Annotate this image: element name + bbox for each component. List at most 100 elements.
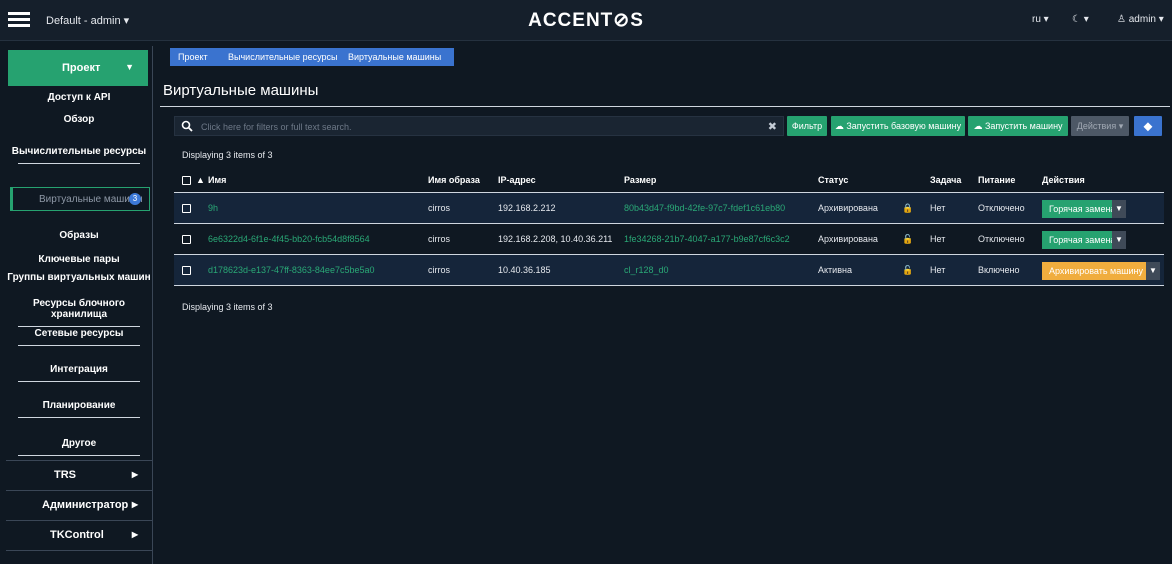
column-header-size[interactable]: Размер (624, 175, 656, 185)
select-all-checkbox[interactable] (182, 176, 191, 185)
sidebar-item-integration[interactable]: Интеграция (6, 364, 152, 382)
actions-dropdown-button[interactable]: Действия ▾ (1071, 116, 1129, 136)
language-selector[interactable]: ru ▾ (1032, 14, 1049, 25)
cloud-upload-icon: ☁ (973, 121, 983, 131)
clear-search-icon[interactable]: ✖ (768, 120, 777, 133)
sidebar-group-tkcontrol[interactable]: TKControl ▶ (6, 520, 152, 549)
page-title: Виртуальные машины (163, 82, 319, 99)
column-header-status[interactable]: Статус (818, 175, 848, 185)
chevron-down-icon[interactable]: ▼ (1112, 231, 1126, 249)
chevron-down-icon: ▼ (125, 62, 134, 72)
hot-swap-label: Горячая замена (1049, 235, 1116, 245)
column-header-task[interactable]: Задача (930, 175, 961, 185)
help-icon[interactable]: ⬥ (1134, 116, 1162, 136)
vm-size-link[interactable]: 1fe34268-21b7-4047-a177-b9e87cf6c3c2 (624, 234, 790, 244)
chevron-right-icon: ▶ (131, 500, 138, 509)
breadcrumb-project[interactable]: Проект (170, 48, 228, 66)
top-bar: Default - admin ▾ ACCENT⊘S ru ▾ ☾ ▾ ♙ ad… (0, 0, 1172, 41)
display-count-bottom: Displaying 3 items of 3 (182, 302, 273, 312)
cloud-upload-icon: ☁ (834, 121, 844, 131)
sidebar-item-scheduling[interactable]: Планирование (6, 400, 152, 418)
column-header-ip[interactable]: IP-адрес (498, 175, 536, 185)
launch-base-vm-label: Запустить базовую машину (846, 121, 962, 131)
sidebar-item-network[interactable]: Сетевые ресурсы (6, 328, 152, 346)
vm-status: Архивирована (818, 234, 878, 244)
sidebar-item-keypairs[interactable]: Ключевые пары (6, 254, 152, 265)
vm-task: Нет (930, 265, 946, 275)
sidebar-item-api-access[interactable]: Доступ к API (6, 92, 152, 103)
vm-image: cirros (428, 265, 450, 275)
launch-base-vm-button[interactable]: ☁ Запустить базовую машину (831, 116, 965, 136)
sidebar-item-block-storage[interactable]: Ресурсы блочного хранилища (6, 298, 152, 327)
column-header-name[interactable]: Имя (208, 175, 226, 185)
vm-ip: 192.168.2.208, 10.40.36.211 (498, 234, 613, 244)
column-header-image[interactable]: Имя образа (428, 175, 480, 185)
vm-name-link[interactable]: d178623d-e137-47ff-8363-84ee7c5be5a0 (208, 265, 374, 275)
vm-power: Отключено (978, 203, 1025, 213)
vm-power: Включено (978, 265, 1020, 275)
display-count-top: Displaying 3 items of 3 (182, 150, 273, 160)
vm-size-link[interactable]: 80b43d47-f9bd-42fe-97c7-fdef1c61eb80 (624, 203, 785, 213)
sidebar-item-other[interactable]: Другое (6, 438, 152, 456)
sidebar-project-section[interactable]: Проект ▼ (8, 50, 148, 86)
sidebar-group-label: TRS (54, 469, 76, 481)
chevron-down-icon[interactable]: ▼ (1112, 200, 1126, 218)
chevron-right-icon: ▶ (131, 470, 138, 479)
unlock-icon[interactable]: 🔓 (902, 265, 913, 276)
sidebar-group-label: TKControl (50, 529, 104, 541)
chevron-down-icon[interactable]: ▼ (1146, 262, 1160, 280)
vm-status: Активна (818, 265, 852, 275)
filter-button[interactable]: Фильтр (787, 116, 827, 136)
row-checkbox[interactable] (182, 266, 191, 275)
archive-vm-label: Архивировать машину (1049, 266, 1143, 276)
vm-size-link[interactable]: cl_r128_d0 (624, 265, 669, 275)
sidebar-divider (6, 550, 152, 552)
table-row[interactable]: d178623d-e137-47ff-8363-84ee7c5be5a0 cir… (174, 255, 1164, 286)
sidebar-item-images[interactable]: Образы (6, 230, 152, 241)
launch-vm-button[interactable]: ☁ Запустить машину (968, 116, 1068, 136)
vm-count-badge: 3 (129, 193, 141, 205)
launch-vm-label: Запустить машину (984, 121, 1063, 131)
vm-image: cirros (428, 203, 450, 213)
sidebar-group-admin[interactable]: Администратор ▶ (6, 490, 152, 519)
search-input[interactable] (199, 119, 763, 135)
sidebar-project-label: Проект (62, 62, 101, 74)
breadcrumb-virtual-machines: Виртуальные машины (340, 48, 454, 66)
sort-asc-icon[interactable]: ▲ (196, 175, 205, 185)
sidebar-group-trs[interactable]: TRS ▶ (6, 460, 152, 489)
chevron-right-icon: ▶ (131, 530, 138, 539)
hot-swap-button[interactable]: Горячая замена ▼ (1042, 200, 1126, 218)
column-header-power[interactable]: Питание (978, 175, 1015, 185)
hot-swap-button[interactable]: Горячая замена ▼ (1042, 231, 1126, 249)
vm-ip: 10.40.36.185 (498, 265, 551, 275)
breadcrumb-compute[interactable]: Вычислительные ресурсы (220, 48, 356, 66)
search-bar[interactable]: ✖ (174, 116, 784, 136)
sidebar-group-label: Администратор (42, 499, 129, 511)
user-icon: ♙ (1117, 14, 1126, 25)
theme-toggle[interactable]: ☾ ▾ (1072, 14, 1089, 25)
row-checkbox[interactable] (182, 235, 191, 244)
sidebar-item-virtual-machines[interactable]: Виртуальные машины 3 (10, 187, 150, 211)
search-icon (181, 120, 193, 132)
sidebar-item-label: Виртуальные машины (39, 194, 143, 205)
table-row[interactable]: 9h cirros 192.168.2.212 80b43d47-f9bd-42… (174, 193, 1164, 224)
unlock-icon[interactable]: 🔓 (902, 234, 913, 245)
sidebar-item-vm-groups[interactable]: Группы виртуальных машин (6, 272, 152, 283)
vm-power: Отключено (978, 234, 1025, 244)
vm-name-link[interactable]: 9h (208, 203, 218, 213)
table-header: ▲ Имя Имя образа IP-адрес Размер Статус … (174, 170, 1164, 193)
sidebar: Проект ▼ Доступ к API Обзор Вычислительн… (6, 46, 153, 564)
table-row[interactable]: 6e6322d4-6f1e-4f45-bb20-fcb54d8f8564 cir… (174, 224, 1164, 255)
app-logo: ACCENT⊘S (528, 10, 644, 31)
sidebar-item-compute[interactable]: Вычислительные ресурсы (6, 146, 152, 164)
row-checkbox[interactable] (182, 204, 191, 213)
archive-vm-button[interactable]: Архивировать машину ▼ (1042, 262, 1160, 280)
sidebar-item-overview[interactable]: Обзор (6, 114, 152, 125)
hot-swap-label: Горячая замена (1049, 204, 1116, 214)
lock-icon: 🔒 (902, 203, 914, 213)
vm-task: Нет (930, 234, 946, 244)
title-divider (160, 106, 1170, 107)
vm-name-link[interactable]: 6e6322d4-6f1e-4f45-bb20-fcb54d8f8564 (208, 234, 370, 244)
user-menu[interactable]: ♙ admin ▾ (1117, 14, 1164, 25)
user-menu-label: admin ▾ (1128, 14, 1164, 25)
